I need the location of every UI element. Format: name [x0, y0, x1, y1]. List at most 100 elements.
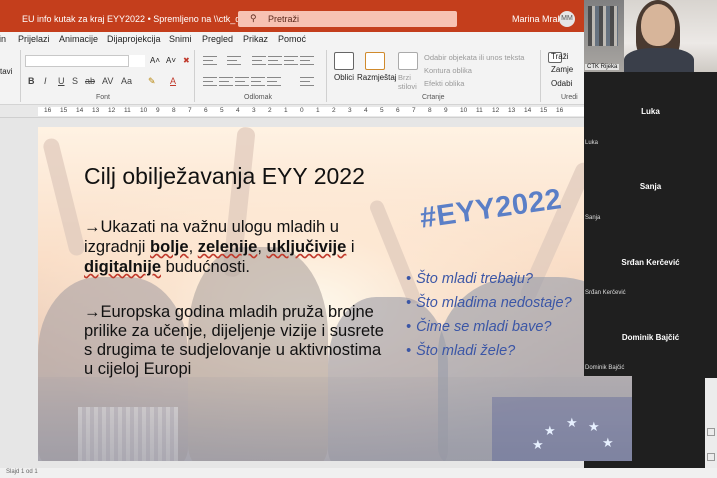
ruler-tick: 1	[316, 107, 320, 114]
shape-outline-button[interactable]: Kontura oblika	[424, 66, 472, 75]
participant-name: Srđan Kerčević	[621, 258, 680, 267]
slide-title[interactable]: Cilj obilježavanja EYY 2022	[84, 163, 365, 190]
tab-help[interactable]: Pomoć	[278, 34, 306, 44]
star-icon: ★	[544, 423, 556, 438]
ruler-tick: 12	[108, 107, 116, 114]
ruler-tick: 15	[60, 107, 68, 114]
slide[interactable]: ★ ★ ★ ★ ★ Cilj obilježavanja EYY 2022 →U…	[38, 127, 632, 461]
video-tile-luka[interactable]: Luka Luka	[584, 72, 717, 147]
shapes-icon[interactable]	[334, 52, 354, 70]
avatar[interactable]: MM	[559, 11, 575, 27]
tab-view[interactable]: Prikaz	[243, 34, 268, 44]
shape-effects-button[interactable]: Efekti oblika	[424, 79, 464, 88]
video-tile-dominik[interactable]: Dominik Bajčić Dominik Bajčić	[584, 297, 717, 372]
align-left-icon[interactable]	[203, 77, 217, 86]
text-direction-icon[interactable]	[300, 56, 314, 65]
document-title[interactable]: EU info kutak za kraj EYY2022 • Spremlje…	[22, 14, 274, 25]
ruler-tick: 8	[428, 107, 432, 114]
align-center-icon[interactable]	[219, 77, 233, 86]
video-tile-srdan[interactable]: Srđan Kerčević Srđan Kerčević	[584, 222, 717, 297]
char-spacing-button[interactable]: AV	[102, 76, 113, 86]
columns-icon[interactable]	[267, 77, 281, 86]
participant-corner-label: Luka	[585, 140, 599, 146]
highlight-icon[interactable]: ✎	[148, 76, 156, 87]
search-placeholder: Pretraži	[268, 14, 300, 24]
tab-insert[interactable]: in	[0, 34, 6, 44]
shadow-button[interactable]: S	[72, 76, 78, 86]
tab-transitions[interactable]: Prijelazi	[18, 34, 50, 44]
find-button[interactable]: Traži	[551, 52, 568, 61]
grow-font-button[interactable]: A˄	[150, 56, 160, 65]
scroll-down-icon[interactable]	[707, 453, 715, 461]
underline-button[interactable]: U	[58, 76, 65, 86]
keyword-greener: zelenije	[197, 238, 258, 256]
ruler-tick: 10	[140, 107, 148, 114]
ruler-tick: 7	[412, 107, 416, 114]
ruler-tick: 13	[92, 107, 100, 114]
group-label-paragraph: Odlomak	[244, 94, 273, 101]
star-icon: ★	[532, 437, 544, 452]
select-objects-button[interactable]: Odabir objekata ili unos teksta	[424, 53, 524, 62]
line-spacing-icon[interactable]	[284, 56, 298, 65]
tab-review[interactable]: Pregled	[202, 34, 233, 44]
slide-bullet-1[interactable]: →Ukazati na važnu ulogu mladih u izgradn…	[84, 217, 384, 277]
ruler-tick: 9	[444, 107, 448, 114]
font-family-select[interactable]	[25, 55, 145, 67]
ruler-tick: 15	[540, 107, 548, 114]
divider	[326, 50, 327, 102]
tab-record[interactable]: Snimi	[169, 34, 192, 44]
scroll-up-icon[interactable]	[707, 428, 715, 436]
user-name[interactable]: Marina Mrak	[512, 14, 562, 24]
increase-indent-icon[interactable]	[268, 56, 282, 65]
tab-animations[interactable]: Animacije	[59, 34, 98, 44]
ruler-tick: 8	[172, 107, 176, 114]
bullets-icon[interactable]	[203, 56, 217, 65]
video-tile-self[interactable]: CTK Rijeka	[584, 0, 717, 72]
participant-corner-label: Dominik Bajčić	[585, 365, 625, 371]
participant-corner-label: Srđan Kerčević	[585, 290, 626, 296]
arrange-icon[interactable]	[365, 52, 385, 70]
numbering-icon[interactable]	[227, 56, 241, 65]
italic-button[interactable]: I	[44, 76, 47, 86]
slide-bullet-2[interactable]: →Europska godina mladih pruža brojne pri…	[84, 303, 384, 379]
smartart-icon[interactable]	[300, 77, 314, 86]
decrease-indent-icon[interactable]	[252, 56, 266, 65]
strikethrough-button[interactable]: ab	[85, 76, 95, 86]
status-text: Slajd 1 od 1	[6, 469, 38, 475]
font-color-button[interactable]: A	[170, 76, 176, 86]
align-right-icon[interactable]	[235, 77, 249, 86]
ruler-tick: 2	[268, 107, 272, 114]
bullet-text: budućnosti.	[161, 258, 250, 276]
section-cut-label[interactable]: tavi	[0, 67, 12, 76]
font-size-select[interactable]	[128, 55, 145, 67]
star-icon: ★	[588, 419, 600, 434]
ruler-tick: 11	[124, 107, 131, 114]
participant-corner-label: Sanja	[585, 215, 601, 221]
ruler-tick: 4	[236, 107, 240, 114]
participant-name: Dominik Bajčić	[621, 333, 680, 342]
star-icon: ★	[566, 415, 578, 430]
search-icon: ⚲	[250, 13, 257, 23]
arrange-label[interactable]: Razmještaj	[357, 73, 397, 82]
justify-icon[interactable]	[251, 77, 265, 86]
video-tile-sanja[interactable]: Sanja Sanja	[584, 147, 717, 222]
participant-name: Sanja	[639, 182, 662, 191]
shrink-font-button[interactable]: A˅	[166, 56, 176, 65]
video-self-label: CTK Rijeka	[585, 64, 620, 70]
quick-styles-icon[interactable]	[398, 52, 418, 70]
replace-button[interactable]: Zamje	[551, 65, 573, 74]
ruler-tick: 7	[188, 107, 192, 114]
search-box[interactable]: ⚲ Pretraži	[238, 11, 457, 27]
vertical-scrollbar[interactable]	[705, 378, 717, 468]
ruler-tick: 3	[252, 107, 256, 114]
quick-styles-label[interactable]: Brzi stilovi	[398, 73, 420, 91]
change-case-button[interactable]: Aa	[121, 76, 132, 86]
ruler-track	[38, 107, 584, 116]
tab-slideshow[interactable]: Dijaprojekcija	[107, 34, 161, 44]
ruler-tick: 10	[460, 107, 468, 114]
ruler-tick: 3	[348, 107, 352, 114]
select-button[interactable]: Odabi	[551, 79, 572, 88]
bold-button[interactable]: B	[28, 76, 35, 86]
clear-format-icon[interactable]: ✖	[183, 56, 190, 65]
shapes-label[interactable]: Oblici	[334, 73, 354, 82]
